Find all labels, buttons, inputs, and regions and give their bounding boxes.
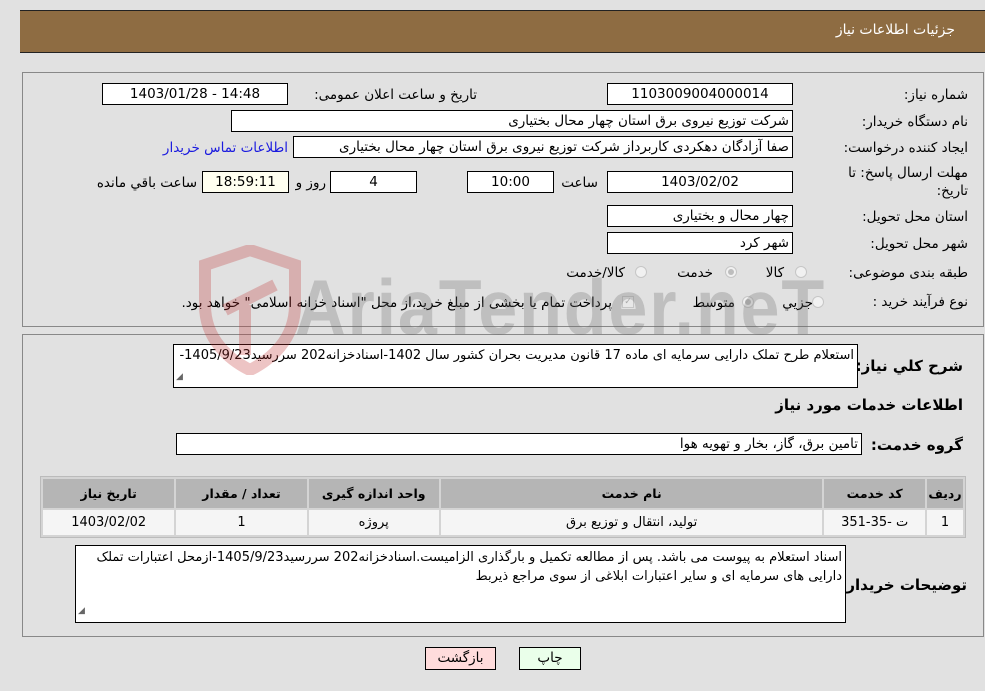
col-service-name: نام خدمت: [440, 479, 823, 508]
col-need-date: تاریخ نیاز: [43, 479, 175, 508]
buyer-org-label: نام دستگاه خریدار:: [861, 114, 968, 130]
deadline-label-line1: مهلت ارسال پاسخ: تا: [848, 165, 968, 181]
delivery-province-field[interactable]: چهار محال و بختیاری: [607, 205, 793, 227]
cell-service-code: ت -35-351: [824, 510, 925, 535]
purchase-type-label: نوع فرآیند خرید :: [872, 294, 968, 310]
deadline-time-field[interactable]: 10:00: [467, 171, 554, 193]
category-option-service: خدمت: [677, 265, 713, 281]
buyer-notes-text: اسناد استعلام به پیوست می باشد. پس از مط…: [96, 550, 842, 584]
back-button[interactable]: بازگشت: [425, 647, 496, 670]
deadline-date-field[interactable]: 1403/02/02: [607, 171, 793, 193]
table-header-row: ردیف کد خدمت نام خدمت واحد اندازه گیری ت…: [43, 479, 963, 508]
service-group-field[interactable]: تامین برق، گاز، بخار و تهویه هوا: [176, 433, 862, 455]
col-quantity: تعداد / مقدار: [176, 479, 307, 508]
deadline-label-line2: تاریخ:: [936, 183, 968, 199]
page-header: جزئیات اطلاعات نیاز: [20, 10, 985, 53]
category-option-goods: کالا: [765, 265, 784, 281]
buyer-contact-link[interactable]: اطلاعات تماس خریدار: [163, 140, 288, 156]
cell-service-name: تولید، انتقال و توزیع برق: [440, 510, 823, 535]
time-remaining-field[interactable]: 18:59:11: [202, 171, 289, 193]
announce-datetime-field[interactable]: 1403/01/28 - 14:48: [102, 83, 288, 105]
category-label: طبقه بندی موضوعی:: [848, 265, 968, 281]
category-radio-goods[interactable]: [795, 266, 807, 278]
description-label: شرح کلي نیاز:: [855, 357, 963, 375]
buyer-notes-textarea[interactable]: اسناد استعلام به پیوست می باشد. پس از مط…: [75, 545, 846, 623]
purchase-type-option-medium: متوسط: [692, 295, 735, 311]
delivery-province-label: استان محل تحویل:: [862, 209, 968, 225]
services-table: ردیف کد خدمت نام خدمت واحد اندازه گیری ت…: [40, 476, 966, 538]
buyer-org-field[interactable]: شرکت توزیع نیروی برق استان چهار محال بخت…: [231, 110, 793, 132]
announce-datetime-label: تاریخ و ساعت اعلان عمومی:: [314, 87, 477, 103]
requester-field[interactable]: صفا آزادگان دهکردی کاربرداز شرکت توزیع ن…: [293, 136, 793, 158]
days-label: روز و: [295, 175, 326, 191]
cell-unit: پروژه: [308, 510, 439, 535]
resize-grip-icon[interactable]: ◢: [176, 368, 183, 386]
cell-quantity: 1: [176, 510, 307, 535]
service-group-label: گروه خدمت:: [870, 436, 963, 454]
description-text: استعلام طرح تملک دارایی سرمایه ای ماده 1…: [179, 348, 854, 363]
need-number-label: شماره نیاز:: [903, 87, 968, 103]
col-service-code: کد خدمت: [824, 479, 925, 508]
col-unit: واحد اندازه گیری: [308, 479, 439, 508]
print-button[interactable]: چاپ: [519, 647, 581, 670]
category-radio-goods-service[interactable]: [635, 266, 647, 278]
purchase-type-option-minor: جزيي: [782, 295, 813, 311]
time-remaining-label: ساعت باقي مانده: [96, 175, 197, 191]
col-row-number: ردیف: [926, 479, 963, 508]
cell-need-date: 1403/02/02: [43, 510, 175, 535]
resize-grip-icon[interactable]: ◢: [78, 602, 85, 621]
purchase-type-radio-medium[interactable]: [742, 296, 754, 308]
page-title: جزئیات اطلاعات نیاز: [835, 22, 955, 38]
description-textarea[interactable]: استعلام طرح تملک دارایی سرمایه ای ماده 1…: [173, 344, 858, 388]
deadline-time-label: ساعت: [561, 175, 598, 191]
category-radio-service[interactable]: [725, 266, 737, 278]
table-row: 1 ت -35-351 تولید، انتقال و توزیع برق پر…: [43, 510, 963, 535]
category-option-goods-service: کالا/خدمت: [566, 265, 625, 281]
days-remaining-field[interactable]: 4: [330, 171, 417, 193]
treasury-checkbox-label: پرداخت تمام یا بخشی از مبلغ خرید،از محل …: [181, 295, 612, 311]
delivery-city-label: شهر محل تحویل:: [870, 236, 968, 252]
services-section-title: اطلاعات خدمات مورد نیاز: [775, 396, 963, 414]
treasury-checkbox[interactable]: ✓: [622, 296, 634, 308]
cell-row-number: 1: [926, 510, 963, 535]
need-number-field[interactable]: 1103009004000014: [607, 83, 793, 105]
requester-label: ایجاد کننده درخواست:: [843, 140, 968, 156]
purchase-type-radio-minor[interactable]: [812, 296, 824, 308]
buyer-notes-label: توضیحات خریدار:: [840, 576, 967, 594]
delivery-city-field[interactable]: شهر کرد: [607, 232, 793, 254]
